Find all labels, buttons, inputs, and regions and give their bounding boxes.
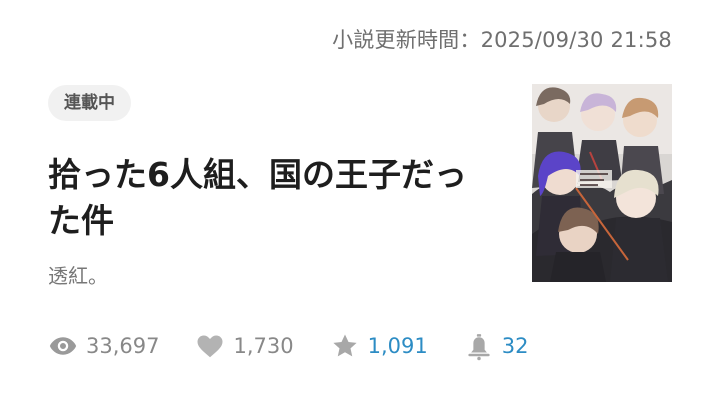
author-name[interactable]: 透紅。 [48,260,108,289]
novel-title[interactable]: 拾った6人組、国の王子だった件 [48,152,478,244]
stars-stat[interactable]: 1,091 [330,331,428,361]
update-datetime: 2025/09/30 21:58 [480,28,672,52]
star-icon [332,334,357,357]
update-timestamp: 小説更新時間：2025/09/30 21:58 [332,24,672,54]
stats-bar: 33,697 1,730 1,091 32 [48,328,564,364]
notifications-count: 32 [501,334,529,358]
cover-image[interactable] [532,84,672,282]
status-badge: 連載中 [48,85,131,121]
cover-illustration [532,84,672,282]
heart-icon [197,335,223,358]
views-count: 33,697 [86,334,160,358]
eye-icon [49,337,77,355]
views-stat: 33,697 [48,331,159,361]
update-label: 小説更新時間： [332,28,481,52]
bell-icon [468,334,490,361]
notifications-stat[interactable]: 32 [464,331,529,361]
likes-count: 1,730 [233,334,294,358]
stars-count: 1,091 [367,334,428,358]
likes-stat[interactable]: 1,730 [195,331,294,361]
